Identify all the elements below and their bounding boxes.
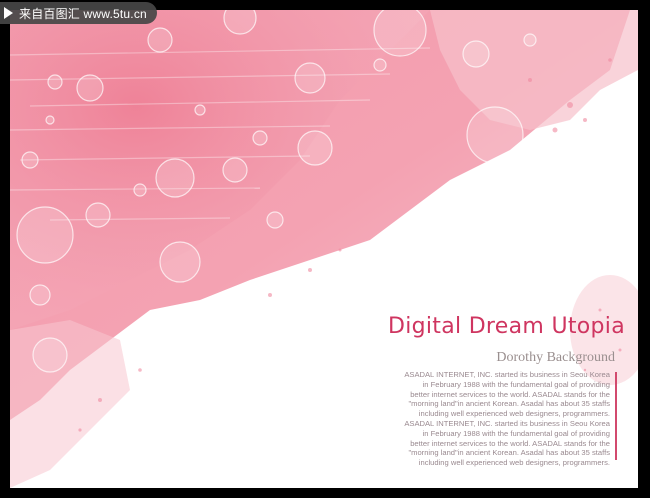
body-line: better internet services to the world. A… <box>410 438 610 448</box>
body-line: including well experienced web designers… <box>418 409 610 419</box>
body-line: in February 1988 with the fundamental go… <box>422 428 610 438</box>
pink-fade-bottom <box>10 320 130 488</box>
body-line: "morning land"in ancient Korean. Asadal … <box>408 448 610 458</box>
body-line: including well experienced web designers… <box>418 458 610 468</box>
body-line: ASADAL INTERNET, INC. started its busine… <box>404 418 610 428</box>
watermark-text: 来自百图汇 www.5tu.cn <box>19 6 147 21</box>
poster-title: Digital Dream Utopia <box>387 314 625 339</box>
body-line: in February 1988 with the fundamental go… <box>422 379 610 389</box>
poster-subtitle: Dorothy Background <box>496 350 615 365</box>
body-line: "morning land"in ancient Korean. Asadal … <box>408 399 610 409</box>
accent-bar <box>615 372 617 460</box>
body-line: better internet services to the world. A… <box>410 389 610 399</box>
image-frame: Digital Dream Utopia Dorothy Background … <box>0 0 650 498</box>
body-copy: ASADAL INTERNET, INC. started its busine… <box>390 370 610 468</box>
play-icon <box>4 7 13 19</box>
poster-card: Digital Dream Utopia Dorothy Background … <box>10 10 638 488</box>
watermark-badge: 来自百图汇 www.5tu.cn <box>0 2 157 24</box>
body-line: ASADAL INTERNET, INC. started its busine… <box>404 370 610 379</box>
